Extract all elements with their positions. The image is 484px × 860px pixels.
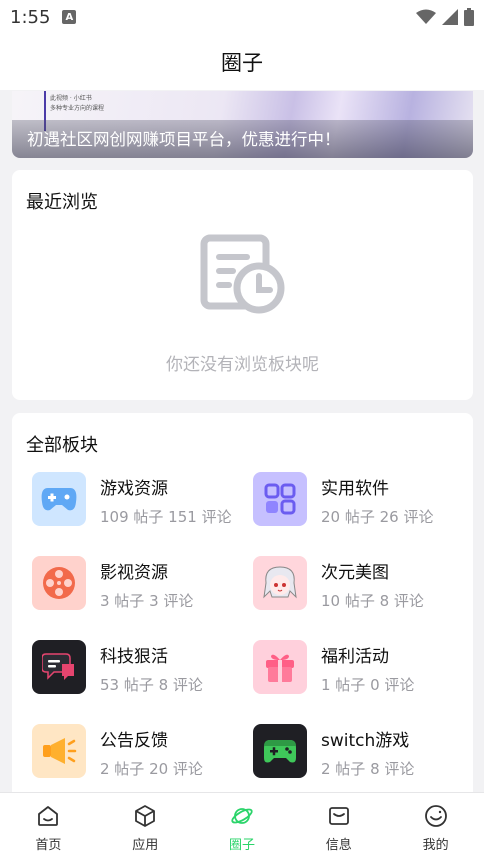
status-icons — [416, 8, 474, 26]
all-boards-card: 全部板块 游戏资源 109 帖子 151 评论 实用软件 20 帖子 26 评论… — [12, 413, 473, 803]
board-name: 福利活动 — [321, 647, 389, 667]
planet-icon — [231, 808, 253, 824]
board-welfare-events[interactable]: 福利活动 1 帖子 0 评论 — [245, 640, 465, 710]
tab-label: 我的 — [422, 838, 449, 853]
tab-home[interactable]: 首页 — [0, 793, 97, 860]
tab-apps[interactable]: 应用 — [97, 793, 194, 860]
history-document-icon — [200, 234, 285, 314]
board-stats: 10 帖子 8 评论 — [321, 592, 424, 610]
board-stats: 109 帖子 151 评论 — [100, 508, 232, 526]
banner-caption: 初遇社区网创网赚项目平台，优惠进行中！ — [27, 130, 341, 149]
gift-icon — [253, 640, 307, 694]
battery-icon — [464, 8, 474, 26]
board-name: 实用软件 — [321, 479, 389, 499]
status-bar: 1:55 A — [0, 0, 484, 34]
board-name: 影视资源 — [100, 563, 168, 583]
board-film-resources[interactable]: 影视资源 3 帖子 3 评论 — [24, 556, 244, 626]
promo-banner[interactable]: 此视频 · 小红书 多种专业方向的课程 初遇社区网创网赚项目平台，优惠进行中！ — [12, 91, 473, 158]
empty-state-text: 你还没有浏览板块呢 — [166, 355, 319, 375]
banner-tiny-text: 此视频 · 小红书 — [50, 95, 92, 102]
board-anime-pictures[interactable]: 次元美图 10 帖子 8 评论 — [245, 556, 465, 626]
tab-messages[interactable]: 信息 — [290, 793, 387, 860]
board-stats: 20 帖子 26 评论 — [321, 508, 434, 526]
wifi-icon — [416, 9, 436, 24]
recent-card: 最近浏览 你还没有浏览板块呢 — [12, 170, 473, 400]
smile-icon — [424, 805, 447, 827]
board-stats: 2 帖子 20 评论 — [100, 760, 203, 778]
bottom-tab-bar: 首页 应用 圈子 信息 我的 — [0, 792, 484, 860]
game-controller-icon — [253, 724, 307, 778]
tab-label: 信息 — [325, 838, 352, 853]
board-tech-tricks[interactable]: 科技狠活 53 帖子 8 评论 — [24, 640, 244, 710]
board-stats: 2 帖子 8 评论 — [321, 760, 415, 778]
board-name: switch游戏 — [321, 731, 410, 751]
board-stats: 1 帖子 0 评论 — [321, 676, 415, 694]
board-game-resources[interactable]: 游戏资源 109 帖子 151 评论 — [24, 472, 244, 542]
tab-label: 首页 — [35, 838, 62, 853]
recent-title: 最近浏览 — [26, 192, 98, 213]
apps-grid-icon — [253, 472, 307, 526]
signal-icon — [442, 9, 458, 25]
megaphone-icon — [32, 724, 86, 778]
board-name: 公告反馈 — [100, 731, 168, 751]
notification-icon: A — [62, 10, 77, 24]
board-stats: 3 帖子 3 评论 — [100, 592, 194, 610]
board-stats: 53 帖子 8 评论 — [100, 676, 203, 694]
tab-profile[interactable]: 我的 — [387, 793, 484, 860]
board-name: 游戏资源 — [100, 479, 168, 499]
anime-girl-icon — [253, 556, 307, 610]
home-icon — [38, 806, 59, 826]
tab-label: 应用 — [132, 838, 159, 853]
board-name: 科技狠活 — [100, 647, 168, 667]
all-boards-title: 全部板块 — [26, 435, 98, 456]
board-useful-software[interactable]: 实用软件 20 帖子 26 评论 — [245, 472, 465, 542]
cube-icon — [135, 805, 156, 827]
status-time: 1:55 — [10, 6, 51, 28]
film-reel-icon — [32, 556, 86, 610]
chat-bubble-icon — [32, 640, 86, 694]
page-title: 圈子 — [221, 51, 263, 75]
gamepad-icon — [32, 472, 86, 526]
page-header: 圈子 — [0, 34, 484, 90]
tab-circle[interactable]: 圈子 — [194, 793, 291, 860]
banner-tiny-text: 多种专业方向的课程 — [50, 105, 105, 112]
board-name: 次元美图 — [321, 563, 389, 583]
board-switch-games[interactable]: switch游戏 2 帖子 8 评论 — [245, 724, 465, 794]
board-announcements[interactable]: 公告反馈 2 帖子 20 评论 — [24, 724, 244, 794]
message-icon — [328, 807, 349, 825]
tab-label: 圈子 — [228, 838, 255, 853]
